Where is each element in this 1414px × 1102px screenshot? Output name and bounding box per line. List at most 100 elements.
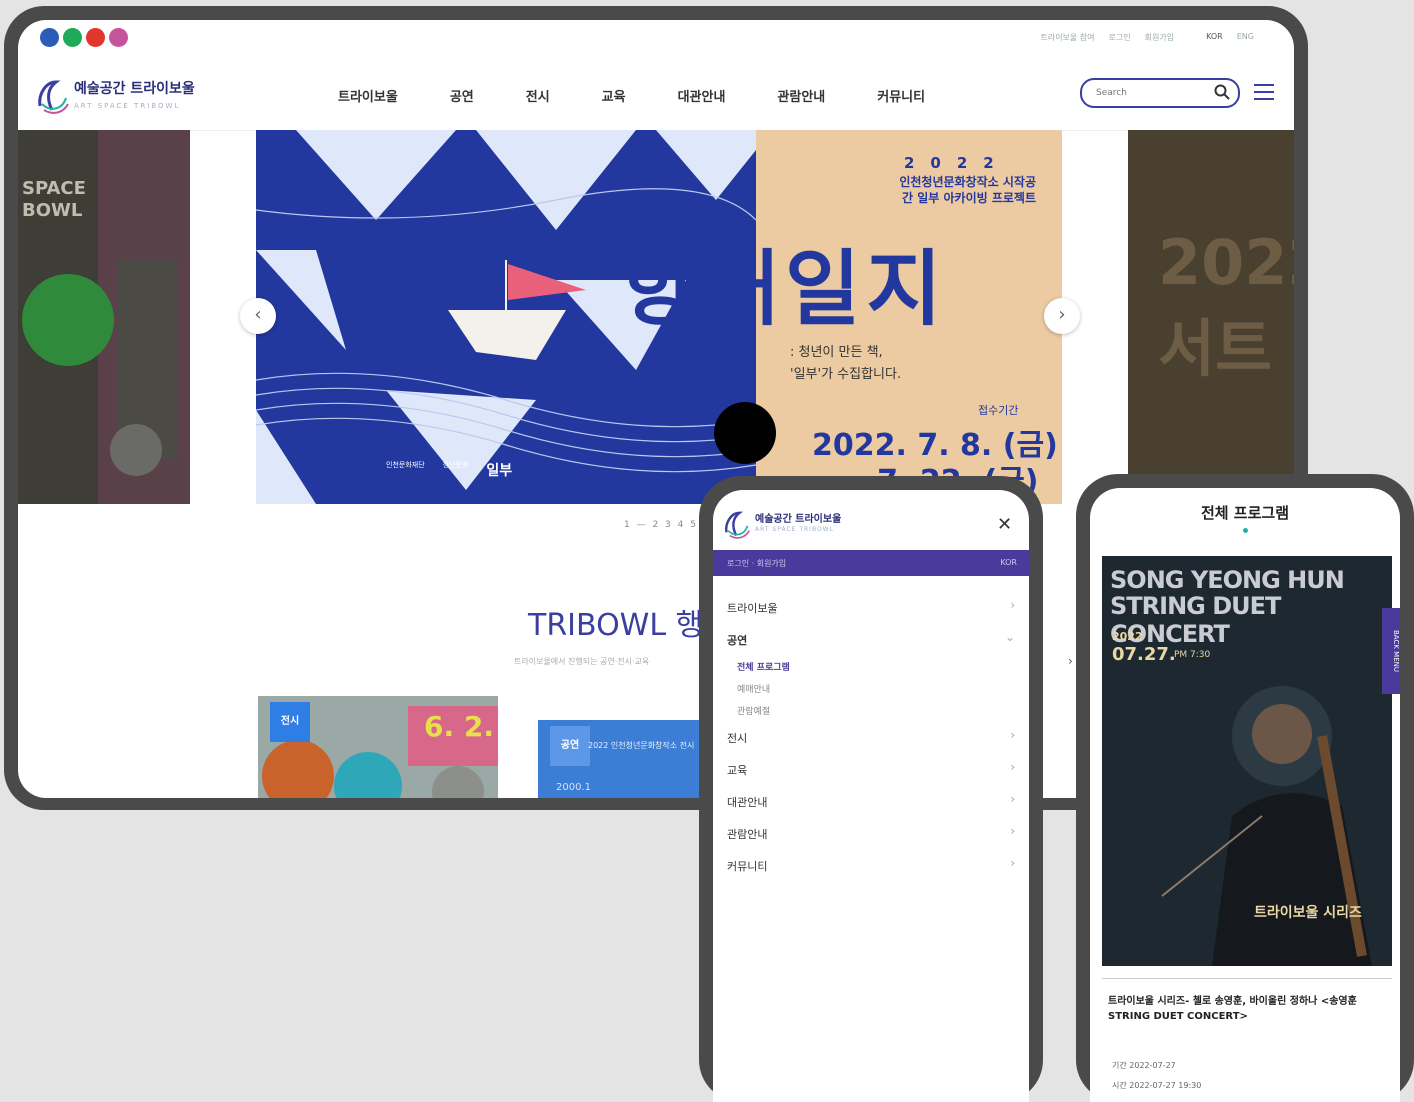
slide-year: 2022 (904, 154, 1010, 172)
util-link-signup[interactable]: 회원가입 (1145, 32, 1174, 43)
slide-title: 항해일지 (622, 242, 948, 337)
section-next-arrow[interactable]: › (1068, 654, 1073, 668)
menu-item-label: 교육 (727, 764, 748, 777)
menu-item-tribowl[interactable]: 트라이보울 › (713, 592, 1029, 624)
instagram-icon[interactable] (109, 28, 128, 47)
title-indicator-dot (1243, 528, 1248, 533)
poster-time: PM 7:30 (1174, 650, 1211, 660)
social-links (40, 28, 128, 47)
nav-exhibition[interactable]: 전시 (526, 86, 550, 105)
slide-subtitle: 인천청년문화창작소 시작공간 일부 아카이빙 프로젝트 (899, 175, 1036, 205)
chevron-right-icon: › (1010, 792, 1015, 806)
chevron-right-icon: › (1010, 824, 1015, 838)
hamburger-menu-icon[interactable] (1254, 84, 1274, 105)
submenu-label: 관람예절 (737, 707, 771, 717)
menu-item-exhibition[interactable]: 전시 › (713, 722, 1029, 754)
search-icon[interactable] (1214, 84, 1230, 100)
mobile-login-links[interactable]: 로그인 · 회원가입 (727, 558, 786, 569)
divider (1102, 978, 1392, 979)
submenu-ticketing[interactable]: 예매안내 (713, 678, 1029, 700)
chevron-right-icon: › (1010, 856, 1015, 870)
menu-item-label: 공연 (727, 634, 748, 647)
lang-eng[interactable]: ENG (1237, 32, 1254, 43)
nav-visit[interactable]: 관람안내 (777, 86, 825, 105)
submenu-label: 전체 프로그램 (737, 663, 790, 673)
site-logo[interactable]: 예술공간 트라이보울 ART SPACE TRIBOWL (36, 76, 216, 124)
mobile-account-bar: 로그인 · 회원가입 KOR (713, 550, 1029, 576)
submenu-label: 예매안내 (737, 685, 771, 695)
card-category-badge: 공연 (550, 726, 590, 766)
poster-date: 07.27. (1112, 644, 1176, 665)
card-category-badge: 전시 (270, 702, 310, 742)
menu-item-visit[interactable]: 관람안내 › (713, 818, 1029, 850)
mobile-menu-list: 트라이보울 › 공연 ⌄ 전체 프로그램 예매안내 관람예절 전시 › 교육 ›… (713, 592, 1029, 882)
card-date: 6. 2. (424, 710, 494, 743)
mobile-menu-device-frame: 예술공간 트라이보울 ART SPACE TRIBOWL ✕ 로그인 · 회원가… (699, 476, 1043, 1102)
main-nav: 트라이보울 공연 전시 교육 대관안내 관람안내 커뮤니티 (318, 86, 977, 105)
chevron-right-icon: › (1010, 760, 1015, 774)
tribowl-logo-icon (38, 80, 69, 114)
poster-series: 트라이보울 시리즈 (1254, 905, 1362, 921)
facebook-icon[interactable] (40, 28, 59, 47)
program-description: 트라이보울 시리즈- 첼로 송영훈, 바이올린 정하나 <송영훈 STRING … (1108, 996, 1357, 1022)
program-card[interactable]: 공연 2022 인천청년문화창작소 전시 2000.1 (538, 720, 718, 798)
sponsor-logo: 청년문화 (442, 461, 469, 469)
mobile-logo-subtitle: ART SPACE TRIBOWL (755, 526, 834, 533)
slide-desc-line: '일부'가 수집합니다. (790, 367, 902, 382)
utility-links: 트라이보울 참여 로그인 회원가입 KOR ENG (1040, 32, 1254, 43)
menu-item-label: 트라이보울 (727, 602, 778, 615)
program-poster[interactable]: SONG YEONG HUN STRING DUET CONCERT 2022 … (1102, 556, 1392, 966)
submenu-etiquette[interactable]: 관람예절 (713, 700, 1029, 722)
utility-bar: 트라이보울 참여 로그인 회원가입 KOR ENG (18, 20, 1294, 58)
menu-item-label: 커뮤니티 (727, 860, 768, 873)
tribowl-logo-icon (725, 511, 750, 539)
mobile-lang-select[interactable]: KOR (1000, 558, 1017, 567)
logo-subtitle: ART SPACE TRIBOWL (74, 102, 181, 110)
menu-item-education[interactable]: 교육 › (713, 754, 1029, 786)
poster-year: 2022 (1112, 630, 1143, 643)
side-slide-previous[interactable]: SPACE BOWL (18, 130, 190, 504)
side-slide-heading: 2022 (1158, 226, 1294, 299)
youtube-icon[interactable] (86, 28, 105, 47)
slide-period-label: 접수기간 (978, 404, 1019, 417)
lang-kor[interactable]: KOR (1206, 32, 1223, 43)
poster-headline: SONG YEONG HUN (1110, 566, 1345, 594)
slide-pagination[interactable]: 1 — 2 3 4 5 (624, 520, 698, 530)
menu-item-rental[interactable]: 대관안내 › (713, 786, 1029, 818)
sponsor-logo: 일부 (486, 463, 513, 479)
menu-item-label: 관람안내 (727, 828, 768, 841)
menu-item-label: 전시 (727, 732, 748, 745)
slide-next-button[interactable]: › (1044, 298, 1080, 334)
search-input[interactable] (1094, 81, 1208, 105)
nav-community[interactable]: 커뮤니티 (877, 86, 925, 105)
site-header: 예술공간 트라이보울 ART SPACE TRIBOWL 트라이보울 공연 전시… (18, 58, 1294, 131)
mobile-menu-screen: 예술공간 트라이보울 ART SPACE TRIBOWL ✕ 로그인 · 회원가… (713, 490, 1029, 1102)
logo-title: 예술공간 트라이보울 (74, 81, 195, 97)
poster-headline: STRING DUET CONCERT (1110, 592, 1281, 648)
search-box (1080, 78, 1240, 108)
card-footer: 2000.1 (556, 782, 591, 793)
nav-education[interactable]: 교육 (602, 86, 626, 105)
mobile-program-device-frame: 전체 프로그램 SONG YEONG HUN STRING DUET CONCE… (1076, 474, 1414, 1102)
nav-performance[interactable]: 공연 (450, 86, 474, 105)
program-info-row: 시간 2022-07-27 19:30 (1112, 1081, 1202, 1090)
slide-description: : 청년이 만든 책, '일부'가 수집합니다. (790, 342, 901, 386)
chevron-down-icon: ⌄ (1004, 630, 1015, 644)
submenu-all-programs[interactable]: 전체 프로그램 (713, 656, 1029, 678)
back-menu-tab[interactable]: BACK MENU (1382, 608, 1400, 694)
slide-prev-button[interactable]: ‹ (240, 298, 276, 334)
blog-icon[interactable] (63, 28, 82, 47)
side-slide-next[interactable]: 2022 서트 (1128, 130, 1294, 504)
card-title: 2022 인천청년문화창작소 전시 (588, 741, 695, 750)
program-card[interactable]: 전시 6. 2. (258, 696, 498, 798)
menu-item-community[interactable]: 커뮤니티 › (713, 850, 1029, 882)
menu-item-performance[interactable]: 공연 ⌄ (713, 624, 1029, 656)
util-link-participate[interactable]: 트라이보울 참여 (1040, 32, 1094, 43)
hero-slide[interactable]: 인천문화재단 청년문화 일부 2022 인천청년문화창작소 시작공간 일부 아카… (256, 130, 1062, 504)
close-icon[interactable]: ✕ (997, 514, 1012, 535)
nav-rental[interactable]: 대관안내 (678, 86, 726, 105)
page-title: 전체 프로그램 (1200, 504, 1290, 522)
side-slide-text: SPACE BOWL (22, 178, 86, 221)
util-link-login[interactable]: 로그인 (1109, 32, 1131, 43)
nav-tribowl[interactable]: 트라이보울 (338, 86, 398, 105)
